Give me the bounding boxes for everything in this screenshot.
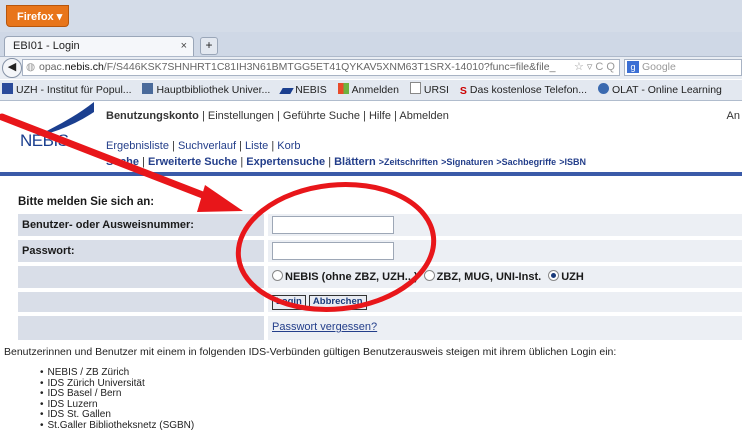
back-button[interactable]: ◀ bbox=[2, 58, 22, 78]
url-domain: nebis.ch bbox=[64, 61, 104, 73]
login-heading: Bitte melden Sie sich an: bbox=[18, 196, 155, 208]
tab-title: EBI01 - Login bbox=[13, 40, 80, 52]
nav-gefuehrte-suche[interactable]: Geführte Suche bbox=[283, 110, 360, 122]
radio-uzh[interactable] bbox=[548, 270, 560, 281]
tab-close-icon[interactable]: × bbox=[181, 37, 187, 55]
bookmarks-bar: UZH - Institut für Popul... Hauptbibliot… bbox=[0, 80, 742, 101]
search-box[interactable]: g Google bbox=[624, 59, 742, 76]
uzh-icon bbox=[2, 83, 13, 94]
firefox-menu-button[interactable]: Firefox ▾ bbox=[6, 5, 69, 27]
user-input[interactable] bbox=[272, 216, 394, 234]
forgot-cell: Passwort vergessen? bbox=[268, 316, 742, 340]
radio-zbz[interactable] bbox=[423, 270, 435, 281]
forgot-password-link[interactable]: Passwort vergessen? bbox=[272, 321, 377, 333]
nav-ergebnisliste[interactable]: Ergebnisliste bbox=[106, 140, 169, 152]
search-placeholder: Google bbox=[642, 61, 676, 73]
url-prefix: opac. bbox=[39, 61, 65, 73]
password-row: Passwort: bbox=[18, 240, 742, 262]
windows-icon bbox=[337, 83, 349, 94]
skype-icon: S bbox=[459, 85, 467, 97]
top-navigation: Benutzungskonto | Einstellungen | Geführ… bbox=[106, 110, 740, 122]
ids-list: NEBIS / ZB Zürich IDS Zürich Universität… bbox=[40, 367, 195, 432]
bookmark-anmelden[interactable]: Anmelden bbox=[336, 80, 399, 100]
nav-einstellungen[interactable]: Einstellungen bbox=[208, 110, 274, 122]
user-label: Benutzer- oder Ausweisnummer: bbox=[18, 214, 264, 236]
nav-expertensuche[interactable]: Expertensuche bbox=[246, 156, 325, 168]
bookmark-nebis[interactable]: NEBIS bbox=[279, 80, 327, 100]
navigation-bar: ◀ ◍ opac.nebis.ch/F/S446KSK7SHNHRT1C81IH… bbox=[0, 57, 742, 79]
button-row: Login Abbrechen bbox=[18, 292, 742, 312]
url-bar-icons[interactable]: ☆ ▿ C Q bbox=[570, 60, 615, 75]
url-path: /F/S446KSK7SHNHRT1C81IH3N61BMTGG5ET41QYK… bbox=[103, 61, 556, 73]
nav-korb[interactable]: Korb bbox=[277, 140, 300, 152]
browse-sachbegriffe[interactable]: >Sachbegriffe bbox=[496, 157, 556, 167]
list-item: NEBIS / ZB Zürich bbox=[40, 367, 194, 379]
nav-hilfe[interactable]: Hilfe bbox=[369, 110, 391, 122]
nav-suchverlauf[interactable]: Suchverlauf bbox=[178, 140, 236, 152]
password-label: Passwort: bbox=[18, 240, 264, 262]
nav-benutzungskonto[interactable]: Benutzungskonto bbox=[106, 110, 199, 122]
user-row: Benutzer- oder Ausweisnummer: bbox=[18, 214, 742, 236]
institution-radio-group: NEBIS (ohne ZBZ, UZH...) ZBZ, MUG, UNI-I… bbox=[272, 270, 584, 283]
hbz-icon bbox=[142, 83, 154, 94]
tab-ebi01-login[interactable]: EBI01 - Login × bbox=[4, 36, 194, 56]
olat-icon bbox=[597, 83, 609, 94]
new-tab-button[interactable]: + bbox=[200, 37, 218, 55]
radio-cell: NEBIS (ohne ZBZ, UZH...) ZBZ, MUG, UNI-I… bbox=[268, 266, 742, 288]
browse-zeitschriften[interactable]: >Zeitschriften bbox=[379, 157, 438, 167]
nav-liste[interactable]: Liste bbox=[245, 140, 268, 152]
login-button[interactable]: Login bbox=[272, 295, 306, 310]
cancel-button[interactable]: Abbrechen bbox=[308, 295, 367, 310]
page-icon bbox=[409, 82, 421, 94]
nav-abmelden[interactable]: Abmelden bbox=[399, 110, 449, 122]
nav-erweiterte-suche[interactable]: Erweiterte Suche bbox=[148, 156, 237, 168]
nav-suche[interactable]: Suche bbox=[106, 156, 139, 168]
bookmark-hauptbibliothek[interactable]: Hauptbibliothek Univer... bbox=[140, 80, 270, 100]
button-label-cell bbox=[18, 292, 264, 312]
list-item: St.Galler Bibliotheksnetz (SGBN) bbox=[40, 420, 195, 432]
browser-titlebar: Firefox ▾ bbox=[0, 0, 742, 32]
radio-uzh-label: UZH bbox=[561, 271, 584, 283]
bookmark-uzh[interactable]: UZH - Institut für Popul... bbox=[0, 80, 132, 100]
list-item: IDS Basel / Bern bbox=[40, 388, 194, 400]
header-divider bbox=[0, 172, 742, 176]
user-cell bbox=[268, 214, 742, 236]
forgot-label-cell bbox=[18, 316, 264, 340]
url-bar[interactable]: ◍ opac.nebis.ch/F/S446KSK7SHNHRT1C81IH3N… bbox=[22, 59, 620, 76]
forgot-row: Passwort vergessen? bbox=[18, 316, 742, 340]
radio-zbz-label: ZBZ, MUG, UNI-Inst. bbox=[436, 271, 542, 283]
secondary-navigation: Ergebnisliste | Suchverlauf | Liste | Ko… bbox=[106, 140, 301, 152]
browse-signaturen[interactable]: >Signaturen bbox=[441, 157, 493, 167]
nebis-icon bbox=[279, 88, 294, 94]
globe-icon: ◍ bbox=[26, 61, 36, 73]
password-input[interactable] bbox=[272, 242, 394, 260]
back-arrow-icon: ◀ bbox=[7, 61, 17, 73]
bookmark-ursi[interactable]: URSI bbox=[408, 80, 449, 100]
nav-blaettern[interactable]: Blättern bbox=[334, 156, 376, 168]
bookmark-telefon[interactable]: S Das kostenlose Telefon... bbox=[458, 80, 587, 100]
search-navigation: Suche | Erweiterte Suche | Expertensuche… bbox=[106, 156, 586, 168]
radio-nebis-label: NEBIS (ohne ZBZ, UZH...) bbox=[285, 271, 418, 283]
nav-cut-off-text: An bbox=[726, 110, 740, 122]
button-cell: Login Abbrechen bbox=[268, 292, 742, 312]
radio-label-cell bbox=[18, 266, 264, 288]
ids-info-text: Benutzerinnen und Benutzer mit einem in … bbox=[4, 346, 617, 358]
radio-row: NEBIS (ohne ZBZ, UZH...) ZBZ, MUG, UNI-I… bbox=[18, 266, 742, 288]
bookmark-olat[interactable]: OLAT - Online Learning bbox=[596, 80, 722, 100]
password-cell bbox=[268, 240, 742, 262]
nebis-logo: NEBIS bbox=[20, 131, 69, 150]
google-icon: g bbox=[627, 61, 639, 73]
browse-isbn[interactable]: >ISBN bbox=[559, 157, 586, 167]
radio-nebis[interactable] bbox=[272, 270, 283, 281]
list-item: IDS St. Gallen bbox=[40, 409, 194, 421]
tab-bar: EBI01 - Login × + bbox=[0, 32, 742, 57]
